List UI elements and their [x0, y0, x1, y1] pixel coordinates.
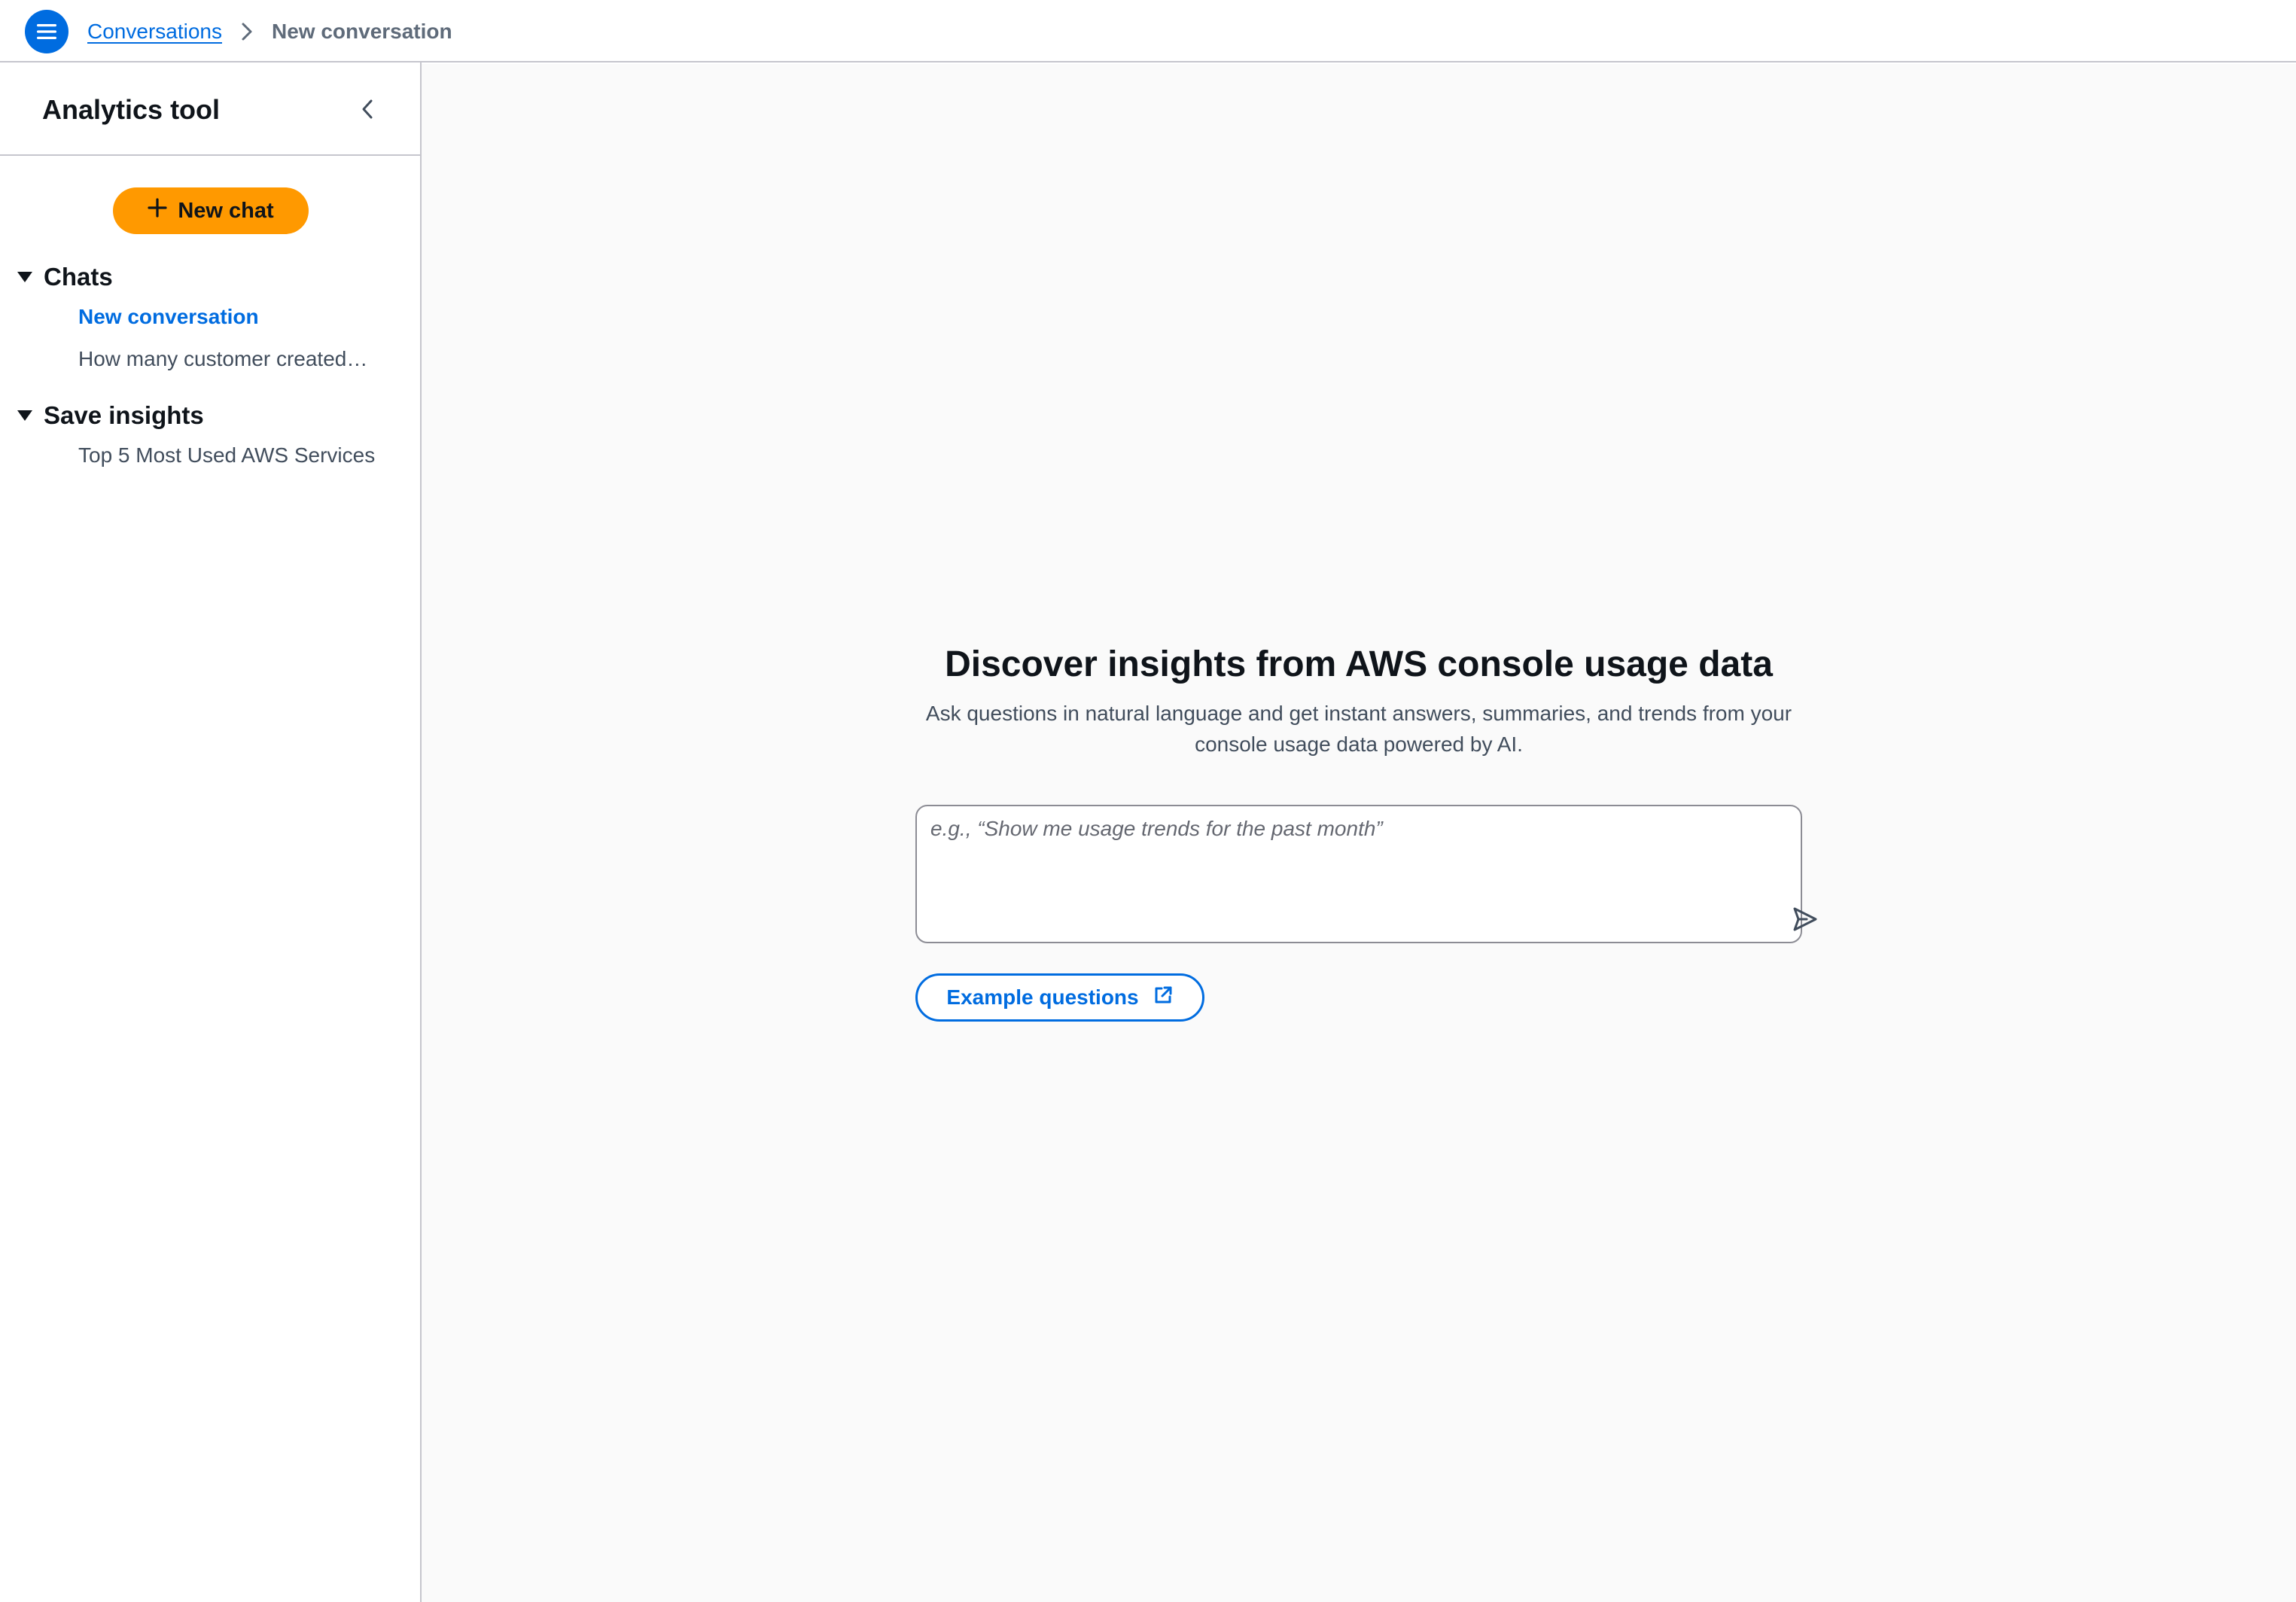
sidebar-title: Analytics tool [42, 94, 221, 125]
prompt-input[interactable] [930, 817, 1743, 930]
chevron-left-icon[interactable] [354, 96, 381, 123]
external-link-icon [1153, 985, 1174, 1011]
section-label-save-insights: Save insights [44, 401, 204, 429]
page-subtext: Ask questions in natural language and ge… [925, 702, 1792, 756]
page-headline: Discover insights from AWS console usage… [945, 644, 1773, 684]
chat-item-new-conversation[interactable]: New conversation [78, 305, 259, 329]
new-chat-label: New chat [178, 198, 274, 223]
section-toggle-chats[interactable]: Chats [17, 263, 113, 291]
prompt-box [915, 805, 1817, 943]
example-questions-label: Example questions [946, 985, 1139, 1009]
hamburger-menu-icon[interactable] [25, 10, 69, 53]
breadcrumb: Conversations New conversation [87, 0, 452, 62]
caret-down-icon [17, 272, 32, 282]
main-content: Discover insights from AWS console usage… [422, 64, 2296, 1602]
breadcrumb-current: New conversation [271, 19, 452, 43]
chat-item-customer-created[interactable]: How many customer created… [78, 347, 367, 371]
section-toggle-save-insights[interactable]: Save insights [17, 401, 204, 430]
sidebar-header: Analytics tool [0, 62, 420, 156]
send-icon[interactable] [1790, 904, 1820, 934]
sidebar: Analytics tool New chat Chats New conver… [0, 62, 422, 1602]
plus-icon [148, 198, 167, 224]
new-chat-button[interactable]: New chat [113, 187, 309, 234]
example-questions-button[interactable]: Example questions [915, 973, 1204, 1022]
breadcrumb-link-conversations[interactable]: Conversations [87, 20, 222, 44]
chevron-right-icon [240, 21, 254, 42]
caret-down-icon [17, 410, 32, 421]
insight-item-top-5-services[interactable]: Top 5 Most Used AWS Services [78, 443, 375, 468]
top-navigation-bar: Conversations New conversation [0, 0, 2296, 62]
section-label-chats: Chats [44, 263, 113, 291]
